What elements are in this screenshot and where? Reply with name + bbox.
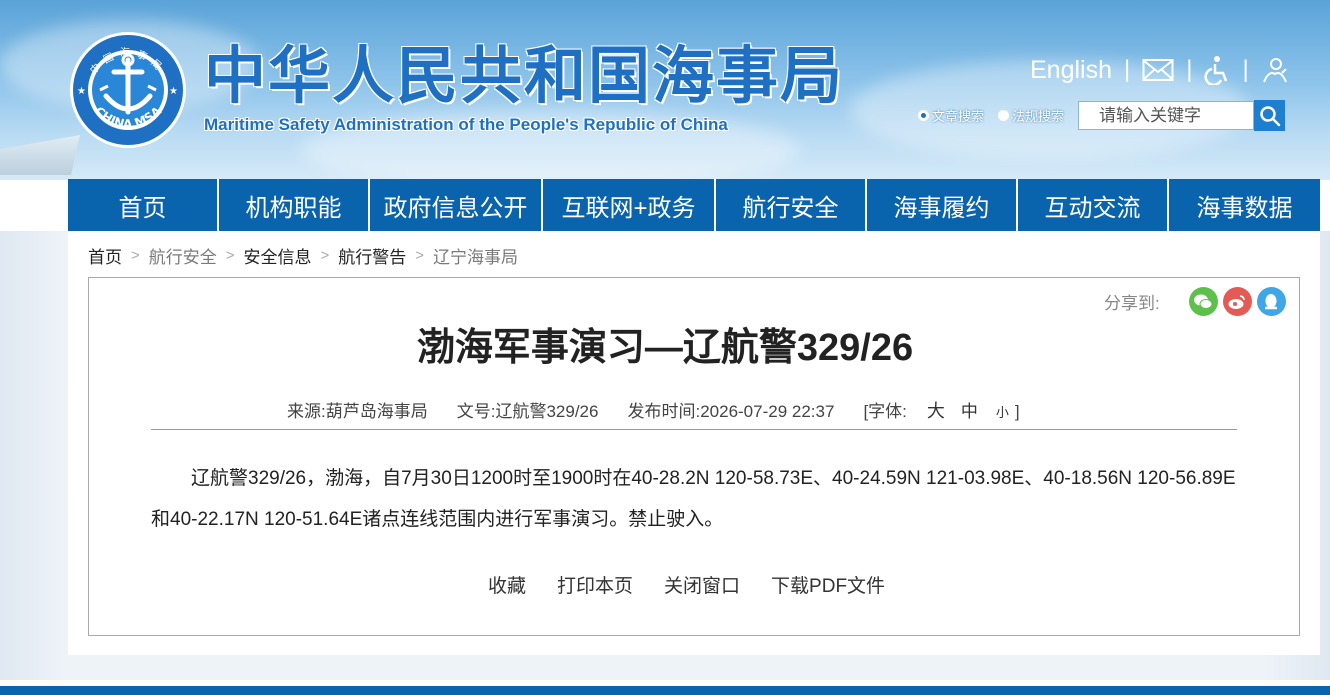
qq-icon[interactable] <box>1256 287 1286 316</box>
doc-label: 文号: <box>456 402 496 421</box>
nav-item-interaction[interactable]: 互动交流 <box>1018 179 1169 231</box>
weibo-icon[interactable] <box>1222 287 1252 316</box>
top-links: English | | | <box>1030 52 1289 88</box>
radio-selected-icon <box>918 110 929 121</box>
nav-item-functions[interactable]: 机构职能 <box>219 179 370 231</box>
favorite-button[interactable]: 收藏 <box>488 571 526 598</box>
user-care-icon[interactable] <box>1261 56 1289 84</box>
doc-value: 辽航警329/26 <box>495 402 599 421</box>
share-bar: 分享到: <box>1104 287 1286 316</box>
breadcrumb-liaoning[interactable]: 辽宁海事局 <box>433 243 518 268</box>
search-icon <box>1259 105 1280 126</box>
breadcrumb-warnings[interactable]: 航行警告 <box>338 243 406 268</box>
search-option-articles[interactable]: 文章搜索 <box>918 106 984 125</box>
time-label: 发布时间: <box>627 402 701 421</box>
footer-bar <box>0 680 1330 695</box>
accessibility-icon[interactable] <box>1204 55 1230 85</box>
radio-unselected-icon <box>998 110 1010 121</box>
english-link[interactable]: English <box>1030 56 1112 85</box>
site-title: 中华人民共和国海事局 <box>204 39 845 112</box>
svg-text:★: ★ <box>77 86 86 97</box>
font-size-large[interactable]: 大 <box>927 397 945 423</box>
search-button[interactable] <box>1254 100 1286 131</box>
breadcrumb-navigation-safety[interactable]: 航行安全 <box>149 243 217 268</box>
mail-icon[interactable] <box>1142 58 1174 82</box>
article-actions: 收藏 打印本页 关闭窗口 下载PDF文件 <box>488 571 916 598</box>
nav-item-navigation-safety[interactable]: 航行安全 <box>716 179 867 231</box>
font-size-small[interactable]: 小 <box>996 402 1009 421</box>
wechat-icon[interactable] <box>1188 287 1218 316</box>
msa-emblem-logo: ★ ★ CHINA MSA 中国海事局 <box>70 32 186 148</box>
search-bar: 文章搜索 法规搜索 <box>918 100 1286 131</box>
divider <box>151 429 1237 430</box>
source-label: 来源: <box>287 402 326 421</box>
font-size-medium[interactable]: 中 <box>961 397 978 422</box>
time-value: 2026-07-29 22:37 <box>700 402 835 421</box>
share-label: 分享到: <box>1104 294 1160 313</box>
source-value: 葫芦岛海事局 <box>325 402 428 421</box>
main-nav: 首页 机构职能 政府信息公开 互联网+政务 航行安全 海事履约 互动交流 海事数… <box>68 179 1320 231</box>
breadcrumb: 首页 > 航行安全 > 安全信息 > 航行警告 > 辽宁海事局 <box>88 243 518 268</box>
search-input[interactable] <box>1078 101 1255 130</box>
font-size-close: ] <box>1014 402 1020 421</box>
nav-item-internet-gov[interactable]: 互联网+政务 <box>543 179 716 231</box>
nav-item-data[interactable]: 海事数据 <box>1169 179 1320 231</box>
site-subtitle: Maritime Safety Administration of the Pe… <box>204 115 728 134</box>
download-pdf-button[interactable]: 下载PDF文件 <box>771 571 885 598</box>
breadcrumb-safety-info[interactable]: 安全信息 <box>244 243 312 268</box>
nav-item-gov-info[interactable]: 政府信息公开 <box>370 179 543 231</box>
article-meta: 来源: 葫芦岛海事局 文号: 辽航警329/26 发布时间: 2026-07-2… <box>287 397 1020 423</box>
font-size-label: [字体: <box>863 402 907 421</box>
print-button[interactable]: 打印本页 <box>557 571 633 598</box>
nav-item-compliance[interactable]: 海事履约 <box>867 179 1018 231</box>
svg-text:★: ★ <box>169 86 178 97</box>
article-title: 渤海军事演习—辽航警329/26 <box>416 327 914 369</box>
article-body: 辽航警329/26，渤海，自7月30日1200时至1900时在40-28.2N … <box>151 468 1236 530</box>
search-option-regulations[interactable]: 法规搜索 <box>998 106 1064 125</box>
nav-item-home[interactable]: 首页 <box>68 179 219 231</box>
breadcrumb-home[interactable]: 首页 <box>88 243 122 268</box>
close-window-button[interactable]: 关闭窗口 <box>664 571 740 598</box>
